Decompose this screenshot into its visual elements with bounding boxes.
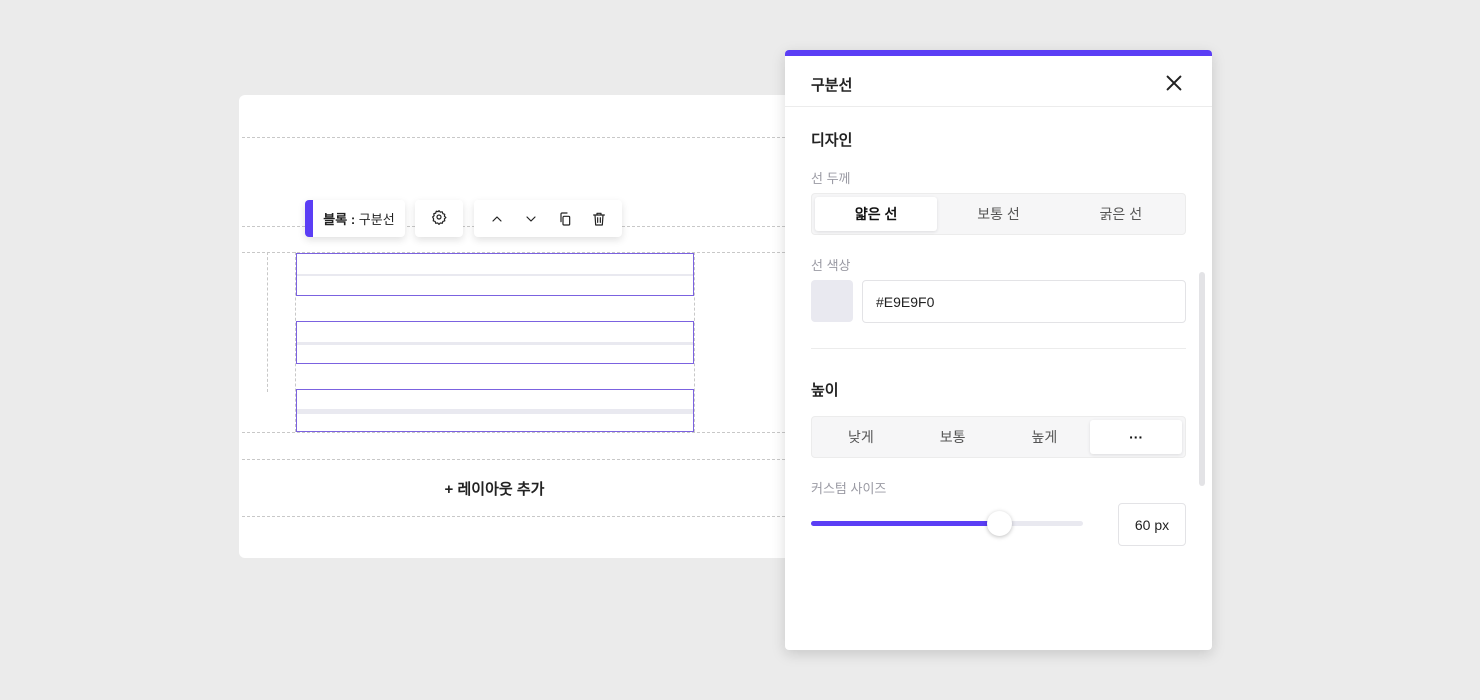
height-selector: 낮게 보통 높게 ··· [811, 416, 1186, 458]
add-layout-button[interactable]: + 레이아웃 추가 [242, 460, 747, 516]
close-button[interactable] [1163, 72, 1185, 94]
design-heading: 디자인 [811, 132, 853, 149]
column-guide [694, 252, 695, 432]
section-guide [242, 432, 785, 433]
height-option-high[interactable]: 높게 [999, 420, 1091, 454]
header-divider [785, 106, 1212, 107]
move-up-button[interactable] [480, 204, 514, 234]
thickness-option-thick[interactable]: 굵은 선 [1060, 197, 1182, 231]
custom-size-label: 커스텀 사이즈 [811, 481, 887, 496]
trash-icon [593, 212, 605, 226]
chevron-up-icon [492, 215, 502, 222]
gear-icon [431, 209, 447, 228]
close-icon [1166, 75, 1182, 91]
slider-thumb[interactable] [986, 511, 1012, 536]
color-hex-input[interactable]: #E9E9F0 [862, 280, 1186, 323]
block-name: 구분선 [358, 212, 395, 227]
settings-panel: 구분선 디자인 선 두께 얇은 선 보통 선 굵은 선 선 색상 #E9E9F0… [785, 50, 1212, 650]
delete-button[interactable] [582, 204, 616, 234]
section-guide [242, 137, 785, 138]
height-option-low[interactable]: 낮게 [815, 420, 907, 454]
custom-size-slider[interactable] [811, 511, 1083, 536]
height-heading: 높이 [811, 382, 839, 399]
chevron-down-icon [526, 215, 536, 222]
section-divider [811, 348, 1186, 349]
thickness-selector: 얇은 선 보통 선 굵은 선 [811, 193, 1186, 235]
panel-accent-bar [785, 50, 1212, 56]
block-label: 블록 : 구분선 [305, 200, 405, 237]
thickness-option-thin[interactable]: 얇은 선 [815, 197, 938, 231]
move-down-button[interactable] [514, 204, 548, 234]
slider-fill [811, 521, 999, 526]
divider-block-thin[interactable] [296, 253, 694, 296]
height-option-normal[interactable]: 보통 [907, 420, 999, 454]
copy-icon [560, 211, 571, 226]
block-actions [474, 200, 622, 237]
panel-title: 구분선 [811, 77, 853, 94]
thickness-option-normal[interactable]: 보통 선 [937, 197, 1059, 231]
settings-button[interactable] [415, 200, 463, 237]
block-prefix: 블록 : [323, 212, 356, 227]
thickness-label: 선 두께 [811, 171, 851, 186]
color-swatch[interactable] [811, 280, 853, 322]
height-option-custom[interactable]: ··· [1090, 420, 1182, 454]
custom-size-input[interactable]: 60 px [1118, 503, 1186, 546]
divider-block-normal[interactable] [296, 321, 694, 364]
color-label: 선 색상 [811, 258, 851, 273]
section-guide [242, 516, 785, 517]
column-guide [267, 252, 268, 392]
duplicate-button[interactable] [548, 204, 582, 234]
panel-scrollbar[interactable] [1199, 272, 1205, 486]
divider-block-thick[interactable] [296, 389, 694, 432]
